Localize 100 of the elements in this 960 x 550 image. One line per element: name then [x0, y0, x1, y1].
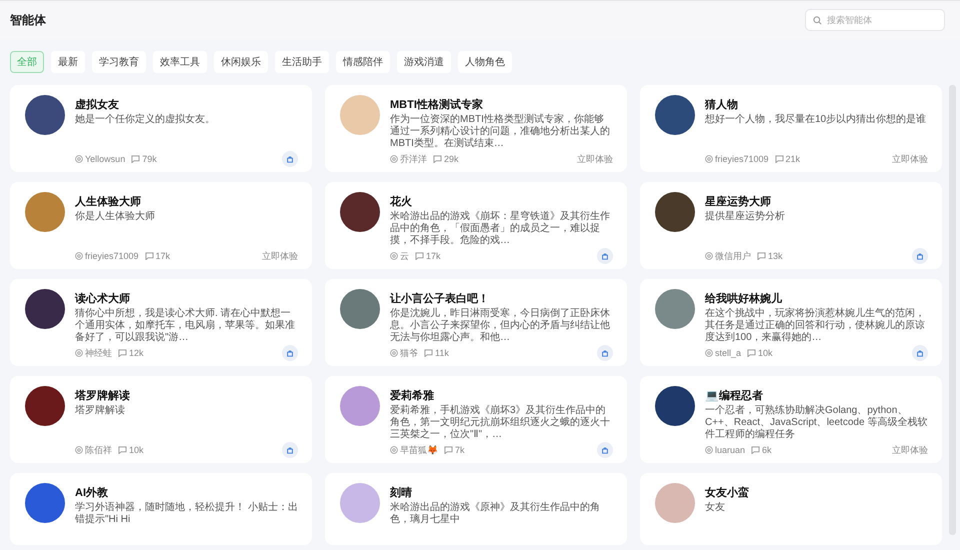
avatar-placeholder	[340, 483, 380, 523]
agent-card[interactable]: 给我哄好林婉儿 在这个挑战中，玩家将扮演惹林婉儿生气的范闲，其任务是通过正确的回答和行动，使林婉儿的原谅度达到100，来赢得她的… stell_a 10k	[640, 279, 942, 366]
search-icon	[813, 16, 822, 25]
try-now-link[interactable]: 立即体验	[892, 444, 928, 456]
agent-description: 爱莉希雅，手机游戏《崩坏3》及其衍生作品中的角色，第一文明纪元抗崩坏组织逐火之蛾的逐火十三英桀之一，位次"Ⅱ"，…	[390, 405, 611, 441]
at-icon	[705, 252, 713, 260]
agent-card[interactable]: MBTI性格测试专家 作为一位资深的MBTI性格类型测试专家，你能够通过一系列精心设计的问题，准确地分析出某人的MBTI类型。在测试结束… 乔洋洋 29k 立即体验	[325, 85, 627, 172]
category-tab[interactable]: 情感陪伴	[336, 51, 390, 73]
agent-card[interactable]: 花火 米哈游出品的游戏《崩坏：星穹铁道》及其衍生作品中的角色，「假面愚者」的成员之一，难以捉摸，不择手段。危险的戏… 云 17k	[325, 182, 627, 269]
at-icon	[75, 349, 83, 357]
author-name: 早苗狐🦊	[400, 444, 438, 456]
chat-count: 10k	[758, 348, 773, 358]
try-button[interactable]	[282, 345, 298, 361]
avatar-placeholder	[25, 192, 65, 232]
agent-name: 星座运势大师	[705, 195, 772, 209]
agent-description: 作为一位资深的MBTI性格类型测试专家，你能够通过一系列精心设计的问题，准确地分析出某人的MBTI类型。在测试结束…	[390, 114, 611, 150]
at-icon	[75, 446, 83, 454]
agent-card[interactable]: 读心术大师 猜你心中所想，我是读心术大师. 请在心中默想一个通用实体，如摩托车，电风扇，苹果等。如果准备好了，可以跟我说"游… 神经蛙 12k	[10, 279, 312, 366]
avatar-placeholder	[25, 483, 65, 523]
comment-icon	[433, 155, 442, 163]
bag-icon	[916, 252, 924, 260]
category-tab[interactable]: 休闲娱乐	[214, 51, 268, 73]
comment-icon	[118, 446, 127, 454]
agent-card[interactable]: AI外教 学习外语神器，随时随地，轻松提升！ 小贴士：出错提示"Hi Hi	[10, 473, 312, 545]
bag-icon	[601, 252, 609, 260]
comment-icon	[757, 252, 766, 260]
chat-count: 6k	[762, 445, 772, 455]
chat-count: 10k	[129, 445, 144, 455]
avatar-placeholder	[340, 95, 380, 135]
avatar-placeholder	[340, 289, 380, 329]
agent-description: 你是沈婉儿，昨日淋雨受寒，今日病倒了正卧床休息。小言公子来探望你，但内心的矛盾与纠结让他无法与你坦露心声。和他…	[390, 308, 611, 344]
category-tab[interactable]: 人物角色	[458, 51, 512, 73]
agent-name: 给我哄好林婉儿	[705, 292, 783, 306]
try-now-link[interactable]: 立即体验	[892, 152, 928, 166]
bag-icon	[916, 349, 924, 357]
agent-card[interactable]: 星座运势大师 提供星座运势分析 微信用户 13k	[640, 182, 942, 269]
agent-card[interactable]: 人生体验大师 你是人生体验大师 frieyies71009 17k 立即体验	[10, 182, 312, 269]
agent-name: 虚拟女友	[75, 98, 120, 112]
at-icon	[390, 349, 398, 357]
agent-card[interactable]: 💻编程忍者 一个忍者，可熟练协助解决Golang、python、C++、React、JavaScript、leetcode 等高级全栈软件工程师的编程任务 luaruan 6k 立即体验	[640, 376, 942, 463]
agent-description: 在这个挑战中，玩家将扮演惹林婉儿生气的范闲，其任务是通过正确的回答和行动，使林婉儿的原谅度达到100，来赢得她的…	[705, 308, 926, 344]
avatar-placeholder	[340, 192, 380, 232]
chat-count: 21k	[786, 154, 800, 164]
agent-card[interactable]: 让小言公子表白吧！ 你是沈婉儿，昨日淋雨受寒，今日病倒了正卧床休息。小言公子来探望你，但内心的矛盾与纠结让他无法与你坦露心声。和他… 猫爷 11k	[325, 279, 627, 366]
chat-count: 13k	[768, 251, 783, 261]
search-field[interactable]: 搜索智能体	[805, 9, 945, 31]
at-icon	[390, 155, 398, 163]
category-tab[interactable]: 学习教育	[92, 51, 146, 73]
agent-card[interactable]: 塔罗牌解读 塔罗牌解读 陈佰祥 10k	[10, 376, 312, 463]
agent-description: 米哈游出品的游戏《崩坏：星穹铁道》及其衍生作品中的角色，「假面愚者」的成员之一，难以捉摸，不择手段。危险的戏…	[390, 211, 611, 247]
author-name: 猫爷	[400, 346, 418, 360]
agent-name: AI外教	[75, 486, 109, 500]
agent-description: 塔罗牌解读	[75, 405, 126, 418]
try-button[interactable]	[912, 345, 928, 361]
agent-card[interactable]: 女友小蛮 女友	[640, 473, 942, 545]
comment-icon	[747, 349, 756, 357]
comment-icon	[751, 446, 760, 454]
try-button[interactable]	[597, 345, 613, 361]
comment-icon	[774, 155, 784, 163]
chat-count: 17k	[156, 251, 170, 261]
agent-card[interactable]: 猜人物 想好一个人物，我尽量在10步以内猜出你想的是谁 frieyies71009 21k 立即体验	[640, 85, 942, 172]
agent-name: 花火	[390, 195, 413, 209]
try-now-link[interactable]: 立即体验	[577, 152, 613, 166]
bag-icon	[286, 155, 294, 163]
author-name: Yellowsun	[85, 154, 126, 164]
at-icon	[705, 155, 713, 163]
try-button[interactable]	[597, 442, 613, 458]
agent-description: 想好一个人物，我尽量在10步以内猜出你想的是谁	[705, 114, 928, 127]
at-icon	[705, 349, 713, 357]
agent-description: 米哈游出品的游戏《原神》及其衍生作品中的角色，璃月七星中	[390, 502, 601, 527]
category-tab[interactable]: 游戏消遣	[397, 51, 451, 73]
chat-count: 17k	[426, 251, 441, 261]
agent-card[interactable]: 爱莉希雅 爱莉希雅，手机游戏《崩坏3》及其衍生作品中的角色，第一文明纪元抗崩坏组织逐火之蛾的逐火十三英桀之一，位次"Ⅱ"，… 早苗狐🦊 7k	[325, 376, 627, 463]
try-button[interactable]	[282, 151, 298, 167]
chat-count: 29k	[444, 154, 459, 164]
category-tab[interactable]: 生活助手	[275, 51, 329, 73]
chat-count: 7k	[455, 445, 465, 455]
agent-card[interactable]: 刻晴 米哈游出品的游戏《原神》及其衍生作品中的角色，璃月七星中	[325, 473, 627, 545]
try-now-link[interactable]: 立即体验	[262, 250, 298, 262]
avatar-placeholder	[25, 95, 65, 135]
try-button[interactable]	[597, 248, 613, 264]
agent-description: 女友	[705, 502, 726, 515]
category-tab[interactable]: 最新	[51, 51, 85, 73]
avatar-placeholder	[655, 386, 695, 426]
chat-count: 12k	[129, 348, 144, 358]
agent-description: 她是一个任你定义的虚拟女友。	[75, 114, 216, 127]
avatar-placeholder	[655, 289, 695, 329]
at-icon	[75, 252, 83, 260]
agent-name: 让小言公子表白吧！	[390, 292, 490, 306]
try-button[interactable]	[282, 442, 298, 458]
agent-description: 你是人生体验大师	[75, 211, 156, 224]
agent-card[interactable]: 虚拟女友 她是一个任你定义的虚拟女友。 Yellowsun 79k	[10, 85, 312, 172]
at-icon	[75, 155, 83, 163]
bag-icon	[601, 349, 609, 357]
category-tab[interactable]: 效率工具	[153, 51, 207, 73]
agent-name: 读心术大师	[75, 292, 131, 306]
author-name: luaruan	[715, 445, 746, 455]
agent-name: MBTI性格测试专家	[390, 98, 484, 112]
try-button[interactable]	[912, 248, 928, 264]
bag-icon	[286, 446, 294, 454]
